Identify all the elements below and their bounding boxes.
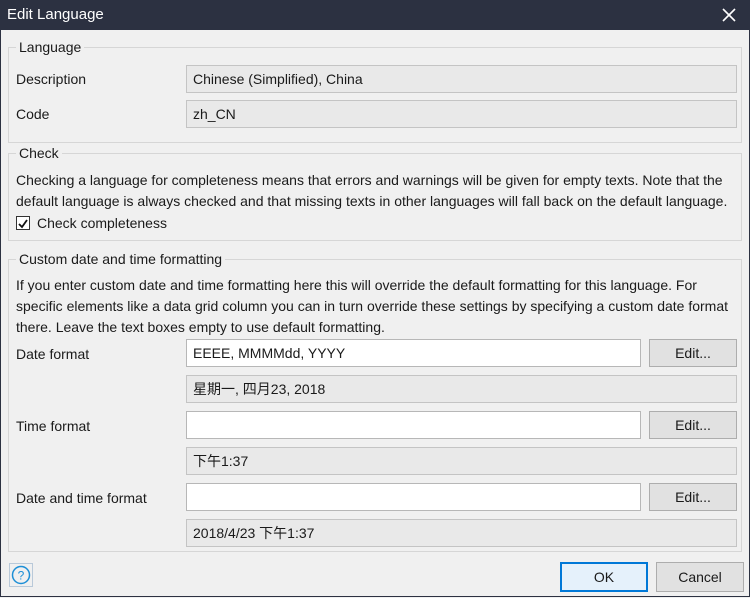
time-format-input[interactable] xyxy=(186,411,641,439)
description-field[interactable]: Chinese (Simplified), China xyxy=(186,65,737,93)
window-title: Edit Language xyxy=(7,6,104,23)
ok-button[interactable]: OK xyxy=(560,562,648,592)
code-label: Code xyxy=(16,106,50,122)
close-icon[interactable] xyxy=(718,4,740,26)
language-group: Language xyxy=(8,38,742,143)
check-completeness-checkbox[interactable] xyxy=(16,216,30,230)
format-description: If you enter custom date and time format… xyxy=(16,277,729,335)
description-label: Description xyxy=(16,71,87,87)
date-format-edit-button[interactable]: Edit... xyxy=(649,339,737,367)
time-format-preview: 下午1:37 xyxy=(186,447,737,475)
time-format-edit-button[interactable]: Edit... xyxy=(649,411,737,439)
time-format-label: Time format xyxy=(16,418,91,434)
datetime-format-label: Date and time format xyxy=(16,490,147,506)
cancel-button[interactable]: Cancel xyxy=(656,562,744,592)
datetime-format-preview: 2018/4/23 下午1:37 xyxy=(186,519,737,547)
check-completeness-label: Check completeness xyxy=(37,215,167,231)
check-description: Checking a language for completeness mea… xyxy=(16,172,728,209)
language-legend: Language xyxy=(16,38,85,56)
format-legend: Custom date and time formatting xyxy=(16,250,226,268)
title-bar: Edit Language xyxy=(0,0,750,30)
code-field[interactable]: zh_CN xyxy=(186,100,737,128)
date-format-preview: 星期一, 四月23, 2018 xyxy=(186,375,737,403)
check-legend: Check xyxy=(16,144,62,162)
date-format-label: Date format xyxy=(16,346,90,362)
date-format-input[interactable] xyxy=(186,339,641,367)
help-icon[interactable]: ? xyxy=(9,563,33,587)
svg-text:?: ? xyxy=(18,569,25,583)
datetime-format-edit-button[interactable]: Edit... xyxy=(649,483,737,511)
checkmark-icon xyxy=(18,219,28,229)
datetime-format-input[interactable] xyxy=(186,483,641,511)
